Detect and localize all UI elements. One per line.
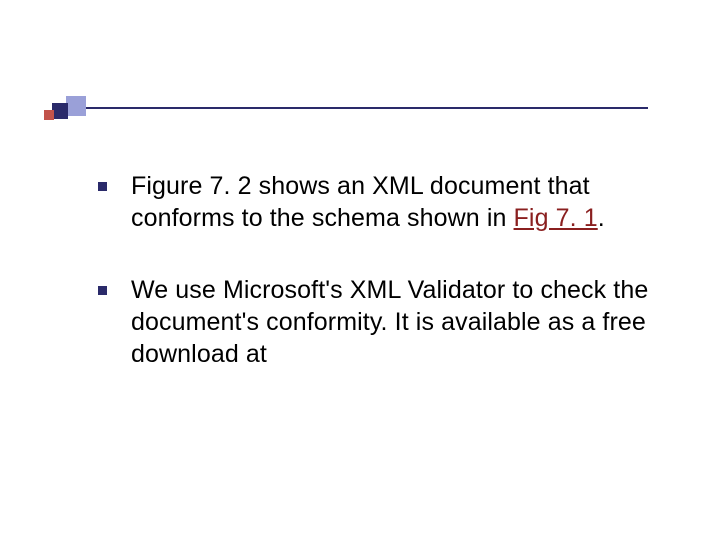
decor-square-navy — [52, 103, 68, 119]
slide: { "items": [ { "pre": "Figure 7. 2 shows… — [0, 0, 720, 540]
list-item: Figure 7. 2 shows an XML document that c… — [98, 170, 672, 234]
list-item: We use Microsoft's XML Validator to chec… — [98, 274, 672, 370]
list-item-text: We use Microsoft's XML Validator to chec… — [131, 274, 672, 370]
title-decoration — [38, 96, 648, 118]
bullet-square-icon — [98, 286, 107, 295]
bullet-square-icon — [98, 182, 107, 191]
fig-link[interactable]: Fig 7. 1 — [514, 204, 598, 232]
text-run: . — [598, 204, 605, 232]
list-item-text: Figure 7. 2 shows an XML document that c… — [131, 170, 672, 234]
decor-square-red — [44, 110, 54, 120]
text-run: We use Microsoft's XML Validator to chec… — [131, 276, 648, 368]
decor-square-blue — [66, 96, 86, 116]
title-rule — [74, 107, 648, 109]
content-area: Figure 7. 2 shows an XML document that c… — [98, 170, 672, 410]
